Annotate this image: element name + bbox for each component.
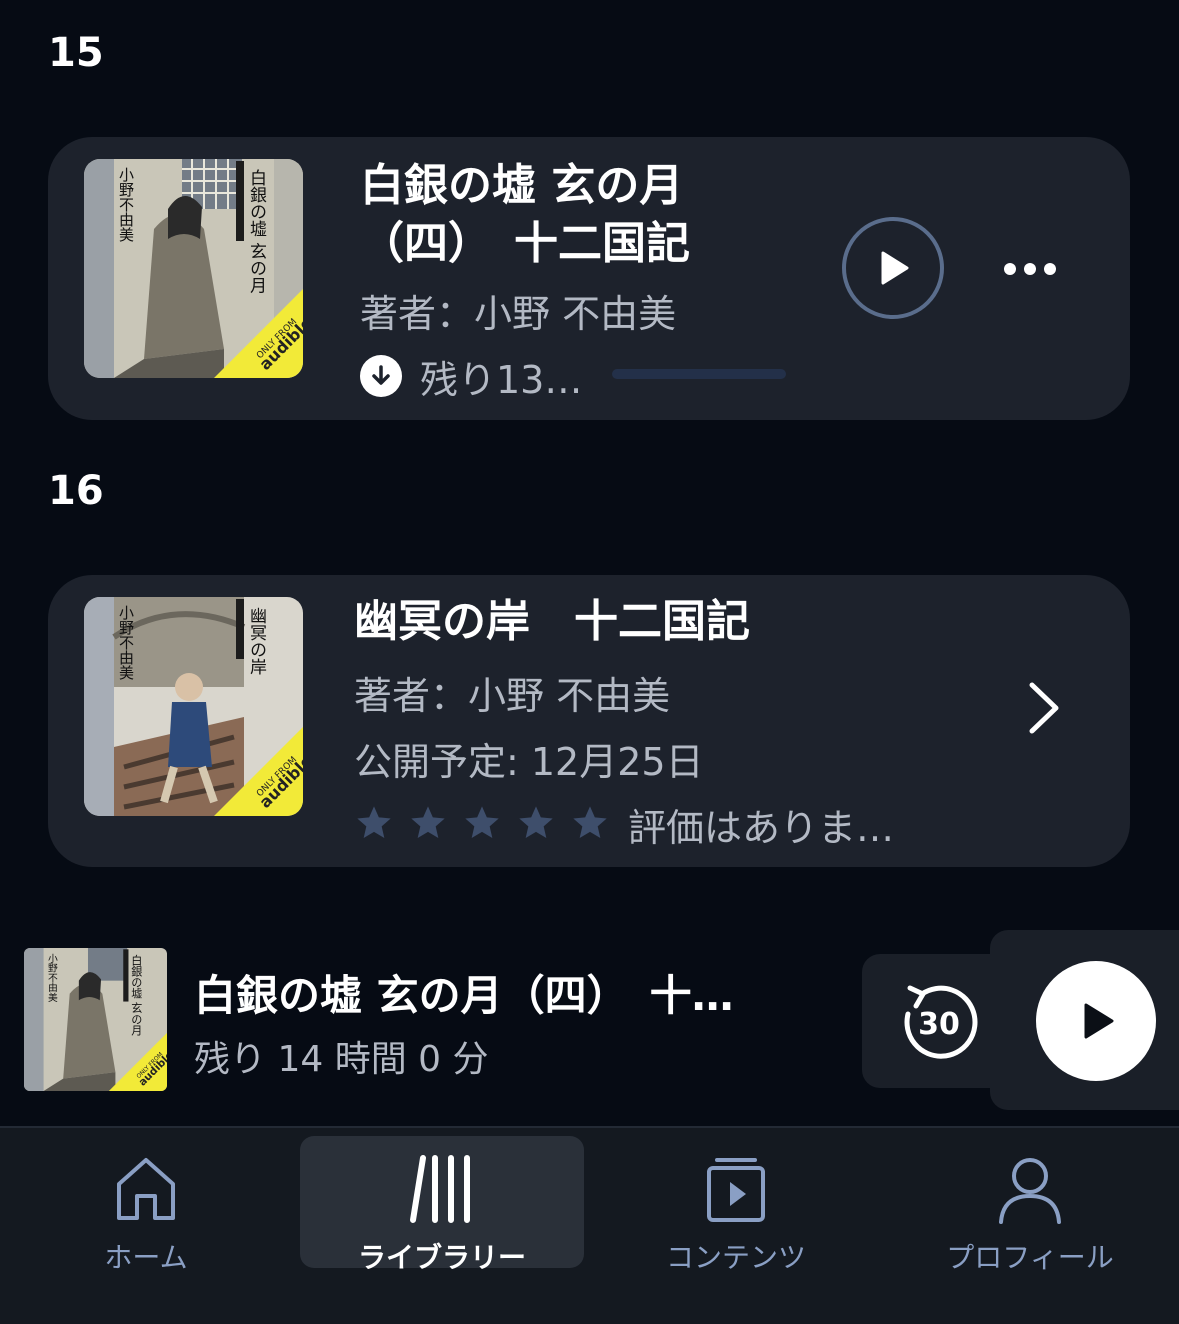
cover-title-text: 白銀の墟 玄の月 <box>246 169 267 293</box>
library-item-card[interactable]: 白銀の墟 玄の月 小野不由美 ONLY FROM audible 白銀の墟 玄の… <box>48 137 1130 420</box>
book-title-line-1: 白銀の墟 玄の月 <box>360 160 684 211</box>
star-icon <box>357 806 391 838</box>
tab-content[interactable]: コンテンツ <box>630 1136 842 1274</box>
release-date: 公開予定: 12月25日 <box>354 740 704 784</box>
play-icon <box>881 251 909 285</box>
star-icon <box>519 806 553 838</box>
cover-author-text: 小野不由美 <box>117 167 135 242</box>
book-author: 著者：小野 不由美 <box>354 674 671 718</box>
mini-player-play-button[interactable] <box>1036 961 1156 1081</box>
cover-title-text: 白銀の墟 玄の月 <box>130 953 143 1035</box>
library-icon <box>410 1155 470 1223</box>
star-icon <box>465 806 499 838</box>
library-item-card[interactable]: 幽冥の岸 小野不由美 ONLY FROM audible 幽冥の岸 十二国記 著… <box>48 575 1130 867</box>
cover-author-text: 小野不由美 <box>117 605 135 680</box>
cover-author-text: 小野不由美 <box>46 953 58 1003</box>
rating-text: 評価はありま… <box>628 806 895 850</box>
tab-label: ライブラリー <box>357 1241 526 1274</box>
mini-player-cover[interactable]: 白銀の墟 玄の月 小野不由美 ONLY FROM audible <box>24 948 167 1091</box>
chevron-right-icon[interactable] <box>1024 679 1064 741</box>
cover-title-text: 幽冥の岸 <box>246 607 267 675</box>
tab-profile[interactable]: プロフィール <box>924 1136 1136 1274</box>
book-cover[interactable]: 幽冥の岸 小野不由美 ONLY FROM audible <box>84 597 303 816</box>
play-icon <box>1084 1003 1114 1039</box>
mini-player-remaining: 残り 14 時間 0 分 <box>194 1039 489 1080</box>
star-icon <box>573 806 607 838</box>
star-icon <box>411 806 445 838</box>
more-options-button[interactable] <box>1003 241 1057 287</box>
tab-label: コンテンツ <box>665 1241 806 1274</box>
profile-icon <box>999 1158 1061 1224</box>
more-icon <box>1004 263 1056 275</box>
content-icon <box>707 1158 765 1222</box>
listening-progress-bar <box>612 369 786 379</box>
rating-stars <box>354 803 610 843</box>
book-cover-art: 白銀の墟 玄の月 小野不由美 ONLY FROM audible <box>84 159 303 378</box>
rank-number: 16 <box>48 468 104 514</box>
book-author: 著者：小野 不由美 <box>360 292 677 336</box>
home-icon <box>117 1158 175 1220</box>
mini-player-title[interactable]: 白銀の墟 玄の月（四） 十… <box>194 962 734 1023</box>
book-cover[interactable]: 白銀の墟 玄の月 小野不由美 ONLY FROM audible <box>84 159 303 378</box>
book-title-line-2: （四） 十二国記 <box>360 218 690 269</box>
rewind-seconds-label: 30 <box>918 1007 960 1042</box>
bottom-tab-bar: ホーム ライブラリー コンテンツ プロフィール <box>0 1126 1179 1324</box>
play-button[interactable] <box>842 217 944 319</box>
rewind-30-icon: 30 <box>904 985 978 1059</box>
tab-library[interactable]: ライブラリー <box>300 1136 584 1274</box>
library-screen: 15 白銀の墟 玄の月 小野不由美 ONLY FROM audible 白銀の墟… <box>0 0 1179 1324</box>
book-cover-art: 幽冥の岸 小野不由美 ONLY FROM audible <box>84 597 303 816</box>
tab-label: プロフィール <box>946 1241 1114 1274</box>
rank-number: 15 <box>48 30 104 76</box>
book-title: 幽冥の岸 十二国記 <box>354 596 750 647</box>
download-icon <box>360 355 402 397</box>
tab-label: ホーム <box>104 1241 188 1274</box>
mini-player[interactable]: 白銀の墟 玄の月 小野不由美 ONLY FROM audible 白銀の墟 玄の… <box>0 912 1179 1126</box>
book-cover-art: 白銀の墟 玄の月 小野不由美 ONLY FROM audible <box>24 948 167 1091</box>
tab-home[interactable]: ホーム <box>40 1136 252 1274</box>
time-remaining: 残り13… <box>420 358 583 402</box>
